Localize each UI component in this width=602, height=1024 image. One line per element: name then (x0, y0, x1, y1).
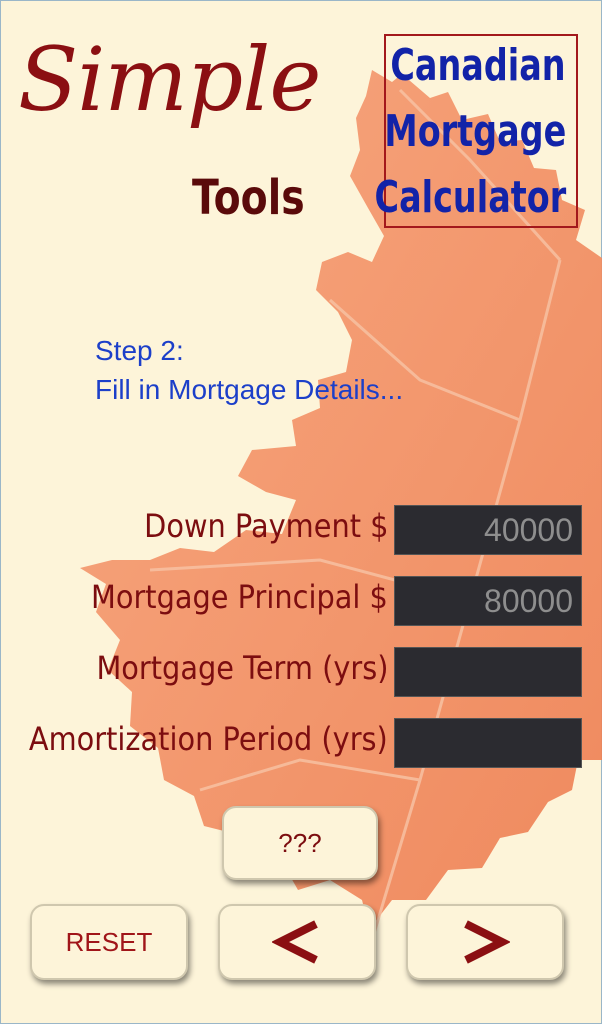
step-instruction: Fill in Mortgage Details... (95, 374, 404, 405)
brand-tools: Tools (192, 170, 305, 226)
down-payment-label: Down Payment $ (143, 507, 388, 545)
brand-simple: Simple (18, 28, 321, 131)
app-title-line-3: Calculator (374, 172, 566, 223)
next-button[interactable] (406, 904, 564, 980)
amortization-period-field[interactable] (394, 718, 582, 768)
app-title-line-1: Canadian (390, 40, 566, 91)
app-title-line-2: Mortgage (384, 106, 566, 157)
down-payment-field[interactable]: 40000 (394, 505, 582, 555)
mortgage-term-field[interactable] (394, 647, 582, 697)
mortgage-principal-field[interactable]: 80000 (394, 576, 582, 626)
chevron-right-icon (464, 920, 510, 964)
app-title-box: Canadian Mortgage Calculator (374, 34, 578, 228)
reset-button[interactable]: RESET (30, 904, 188, 980)
help-button[interactable]: ??? (222, 806, 378, 880)
mortgage-term-label: Mortgage Term (yrs) (95, 649, 388, 687)
previous-button[interactable] (218, 904, 376, 980)
amortization-period-label: Amortization Period (yrs) (29, 720, 388, 758)
chevron-left-icon (272, 920, 318, 964)
step-number: Step 2: (95, 335, 184, 366)
mortgage-principal-label: Mortgage Principal $ (91, 578, 388, 616)
